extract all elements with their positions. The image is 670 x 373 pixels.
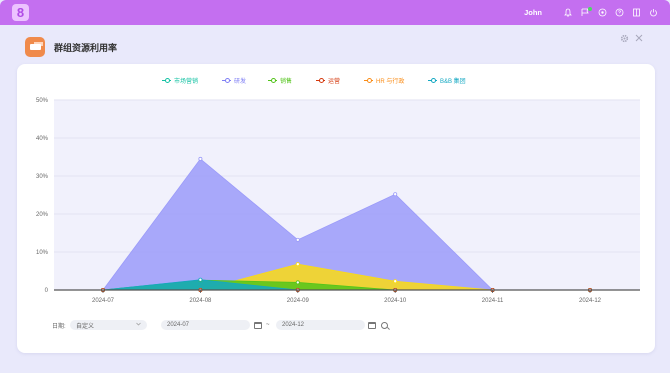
end-date-input[interactable]: 2024-12	[276, 320, 365, 330]
x-tick-label: 2024-10	[384, 298, 407, 304]
chevron-down-icon	[136, 322, 141, 328]
x-tick-label: 2024-08	[189, 298, 212, 304]
calendar-icon[interactable]	[368, 320, 376, 330]
data-point[interactable]	[198, 156, 203, 161]
y-tick-label: 30%	[36, 174, 49, 180]
data-point[interactable]	[393, 279, 398, 284]
search-icon[interactable]	[381, 320, 388, 330]
y-tick-label: 50%	[36, 98, 49, 104]
calendar-icon[interactable]	[254, 320, 262, 330]
chart-controls: 日期: 自定义 2024-07 ~ 2024-12	[0, 320, 670, 332]
start-date-input[interactable]: 2024-07	[161, 320, 250, 330]
start-date-value: 2024-07	[167, 322, 190, 328]
date-range-separator: ~	[266, 322, 270, 328]
x-tick-label: 2024-07	[92, 298, 115, 304]
y-tick-label: 40%	[36, 136, 49, 142]
y-tick-label: 20%	[36, 212, 49, 218]
end-date-value: 2024-12	[282, 322, 305, 328]
range-type-value: 自定义	[76, 323, 95, 330]
x-tick-label: 2024-12	[579, 298, 602, 304]
data-point[interactable]	[393, 192, 398, 197]
y-tick-label: 10%	[36, 250, 49, 256]
data-point[interactable]	[198, 277, 203, 282]
data-point[interactable]	[295, 262, 300, 267]
data-point[interactable]	[295, 237, 300, 242]
range-type-select[interactable]: 自定义	[70, 320, 147, 330]
area-chart: 0 10% 20% 30% 40% 50% 2024-07 2024-08 2024-09 202…	[36, 98, 640, 304]
data-point[interactable]	[295, 280, 300, 285]
x-tick-label: 2024-09	[287, 298, 310, 304]
date-label: 日期:	[52, 323, 66, 330]
y-tick-label: 0	[45, 288, 49, 294]
x-tick-label: 2024-11	[482, 298, 504, 304]
